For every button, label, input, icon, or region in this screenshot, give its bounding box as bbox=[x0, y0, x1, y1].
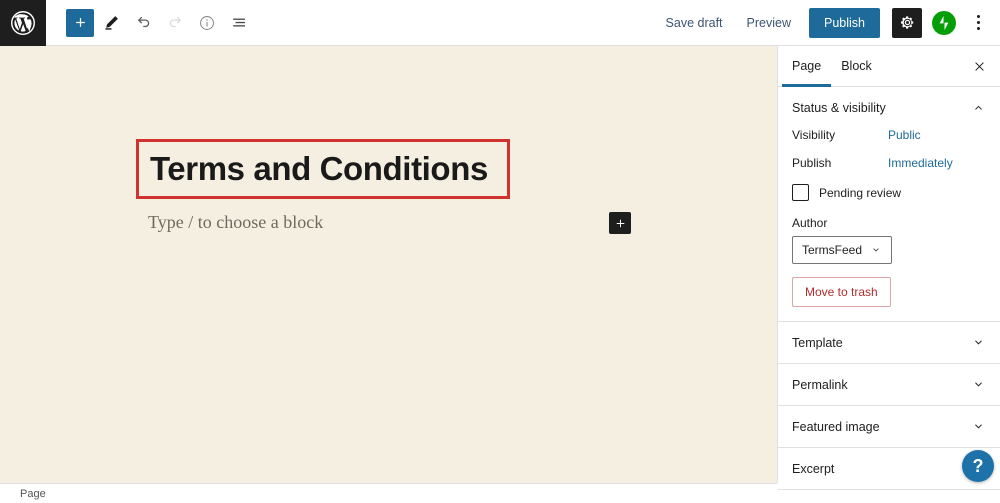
panel-status-visibility-header[interactable]: Status & visibility bbox=[778, 87, 1000, 128]
publish-button[interactable]: Publish bbox=[809, 7, 880, 38]
post-title-input[interactable]: Terms and Conditions bbox=[150, 147, 488, 191]
tab-block[interactable]: Block bbox=[831, 46, 882, 86]
chevron-down-icon bbox=[873, 248, 879, 252]
kebab-menu-icon bbox=[976, 27, 980, 30]
block-placeholder-text[interactable]: Type / to choose a block bbox=[148, 212, 323, 233]
chevron-down-icon bbox=[975, 340, 982, 345]
list-view-button[interactable] bbox=[224, 8, 254, 38]
top-bar-actions: Save draft Preview Publish bbox=[654, 7, 1000, 38]
editor-top-bar: Save draft Preview Publish bbox=[0, 0, 1000, 46]
visibility-label: Visibility bbox=[792, 128, 836, 142]
panel-permalink-header[interactable]: Permalink bbox=[778, 364, 1000, 405]
author-label: Author bbox=[792, 216, 828, 230]
plus-icon bbox=[616, 219, 624, 227]
tools-button[interactable] bbox=[96, 8, 126, 38]
gear-icon bbox=[900, 16, 913, 29]
redo-arrow-icon bbox=[169, 16, 181, 28]
kebab-menu-icon bbox=[976, 15, 980, 18]
chevron-down-icon bbox=[975, 424, 982, 429]
block-inserter-button[interactable] bbox=[609, 212, 631, 234]
publish-label: Publish bbox=[792, 156, 832, 170]
wordpress-logo-icon[interactable] bbox=[0, 0, 46, 46]
more-options-button[interactable] bbox=[964, 8, 992, 38]
visibility-row: Visibility Public bbox=[792, 128, 986, 142]
author-selected-value: TermsFeed bbox=[802, 243, 863, 257]
kebab-menu-icon bbox=[976, 21, 980, 24]
publish-value-button[interactable]: Immediately bbox=[888, 156, 953, 170]
panel-template-header[interactable]: Template bbox=[778, 322, 1000, 363]
list-view-icon bbox=[232, 18, 245, 27]
pending-review-checkbox[interactable] bbox=[792, 184, 809, 201]
pencil-icon bbox=[104, 16, 118, 30]
chevron-up-icon bbox=[975, 105, 982, 110]
undo-button[interactable] bbox=[128, 8, 158, 38]
add-block-button[interactable] bbox=[66, 8, 94, 37]
jetpack-bolt-icon bbox=[939, 15, 949, 30]
panel-status-visibility-body: Visibility Public Publish Immediately Pe… bbox=[778, 128, 1000, 321]
panel-title: Excerpt bbox=[792, 461, 835, 476]
panel-featured-image: Featured image bbox=[778, 406, 1000, 448]
save-draft-button[interactable]: Save draft bbox=[654, 10, 735, 36]
pending-review-label: Pending review bbox=[819, 185, 902, 200]
wordpress-block-editor: Save draft Preview Publish Terms and Con… bbox=[0, 0, 1000, 503]
help-button[interactable]: ? bbox=[962, 450, 994, 482]
editor-canvas[interactable]: Terms and Conditions Type / to choose a … bbox=[0, 46, 777, 483]
info-circle-icon bbox=[200, 15, 214, 30]
settings-sidebar: Page Block Status & visibility Visibilit… bbox=[777, 46, 1000, 490]
jetpack-button[interactable] bbox=[932, 10, 956, 35]
post-title-annotated: Terms and Conditions bbox=[136, 139, 510, 199]
move-to-trash-button[interactable]: Move to trash bbox=[792, 277, 891, 307]
chevron-down-icon bbox=[975, 382, 982, 387]
panel-template: Template bbox=[778, 322, 1000, 364]
publish-row: Publish Immediately bbox=[792, 156, 986, 170]
undo-arrow-icon bbox=[137, 16, 149, 28]
settings-button[interactable] bbox=[892, 7, 922, 38]
close-x-icon bbox=[974, 61, 984, 71]
details-button[interactable] bbox=[192, 8, 222, 38]
sidebar-tabs: Page Block bbox=[778, 46, 1000, 87]
top-bar-tools bbox=[46, 8, 254, 38]
pending-review-row: Pending review bbox=[792, 184, 986, 201]
tab-page[interactable]: Page bbox=[782, 46, 832, 87]
panel-featured-image-header[interactable]: Featured image bbox=[778, 406, 1000, 447]
panel-title: Permalink bbox=[792, 377, 848, 392]
plus-icon bbox=[75, 18, 85, 27]
panel-title: Featured image bbox=[792, 419, 880, 434]
panel-permalink: Permalink bbox=[778, 364, 1000, 406]
panel-status-visibility: Status & visibility Visibility Public Pu… bbox=[778, 87, 1000, 322]
panel-title: Template bbox=[792, 335, 843, 350]
preview-button[interactable]: Preview bbox=[735, 10, 803, 36]
author-select[interactable]: TermsFeed bbox=[792, 236, 893, 264]
breadcrumb[interactable]: Page bbox=[20, 488, 46, 500]
redo-button[interactable] bbox=[160, 8, 190, 38]
panel-title: Status & visibility bbox=[792, 100, 886, 115]
editor-bottom-bar: Page bbox=[0, 483, 777, 503]
close-sidebar-button[interactable] bbox=[966, 53, 992, 79]
visibility-value-button[interactable]: Public bbox=[888, 128, 921, 142]
